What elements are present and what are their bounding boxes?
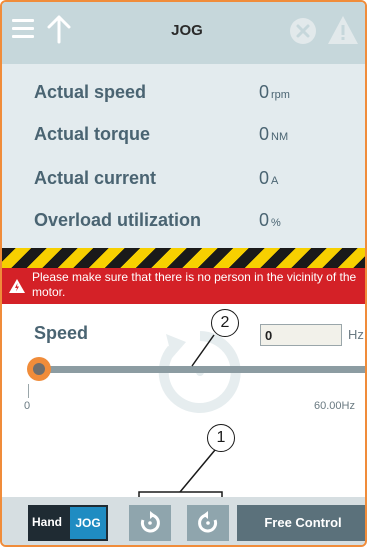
up-arrow-icon[interactable]: [46, 14, 72, 44]
actual-speed-value: 0 rpm: [259, 82, 290, 102]
hazard-stripe: [2, 248, 365, 268]
header-bar: JOG: [2, 2, 365, 64]
warning-banner: Please make sure that there is no person…: [2, 268, 365, 304]
jog-mode-indicator: JOG: [70, 507, 106, 539]
speed-label: Speed: [34, 323, 89, 343]
actual-speed-unit: rpm: [271, 89, 290, 101]
actual-current-value: 0A: [259, 168, 279, 188]
page-title: JOG: [171, 22, 203, 39]
actual-current-label: Actual current: [34, 168, 157, 188]
rotate-counterclockwise-icon: [198, 511, 218, 533]
actual-torque-unit: NM: [271, 131, 289, 143]
speed-slider-handle[interactable]: [27, 357, 51, 381]
electric-hazard-icon: [9, 279, 25, 293]
jog-counterclockwise-button[interactable]: [187, 505, 229, 541]
app-frame: JOG Actual speed 0 rpm Actual torque 0 NM …: [0, 0, 367, 547]
jog-clockwise-button[interactable]: [129, 505, 171, 541]
speed-slider-track[interactable]: [38, 366, 365, 373]
actual-torque-value: 0 NM: [259, 124, 289, 144]
overload-utilization-value: 0%: [259, 210, 281, 230]
slider-min-tick: [28, 384, 29, 398]
hand-jog-toggle[interactable]: Hand JOG: [28, 505, 108, 541]
error-icon[interactable]: [288, 16, 318, 46]
speed-unit: Hz: [348, 327, 364, 342]
hand-label: Hand: [32, 515, 62, 529]
warning-text: Please make sure that there is no person…: [32, 270, 357, 299]
actual-current-unit: A: [271, 175, 279, 187]
speed-input[interactable]: [260, 324, 342, 346]
overload-utilization-row: Overload utilization 0%: [34, 210, 364, 234]
actual-speed-row: Actual speed 0 rpm: [34, 82, 364, 106]
menu-icon[interactable]: [12, 19, 34, 39]
values-panel: Actual speed 0 rpm Actual torque 0 NM Actu…: [2, 64, 365, 248]
actual-torque-row: Actual torque 0 NM: [34, 124, 364, 148]
actual-torque-label: Actual torque: [34, 124, 151, 144]
actual-current-row: Actual current 0A: [34, 168, 364, 192]
slider-max-label: 60.00Hz: [314, 400, 355, 412]
callout-1: 1: [207, 424, 235, 452]
callout-2: 2: [211, 309, 239, 337]
warning-icon[interactable]: [326, 14, 360, 46]
actual-speed-label: Actual speed: [34, 82, 147, 102]
overload-utilization-label: Overload utilization: [34, 210, 202, 230]
rotate-clockwise-icon: [140, 511, 160, 533]
overload-utilization-unit: %: [271, 217, 281, 229]
slider-min-label: 0: [24, 400, 31, 412]
free-control-button[interactable]: Free Control: [237, 505, 365, 541]
